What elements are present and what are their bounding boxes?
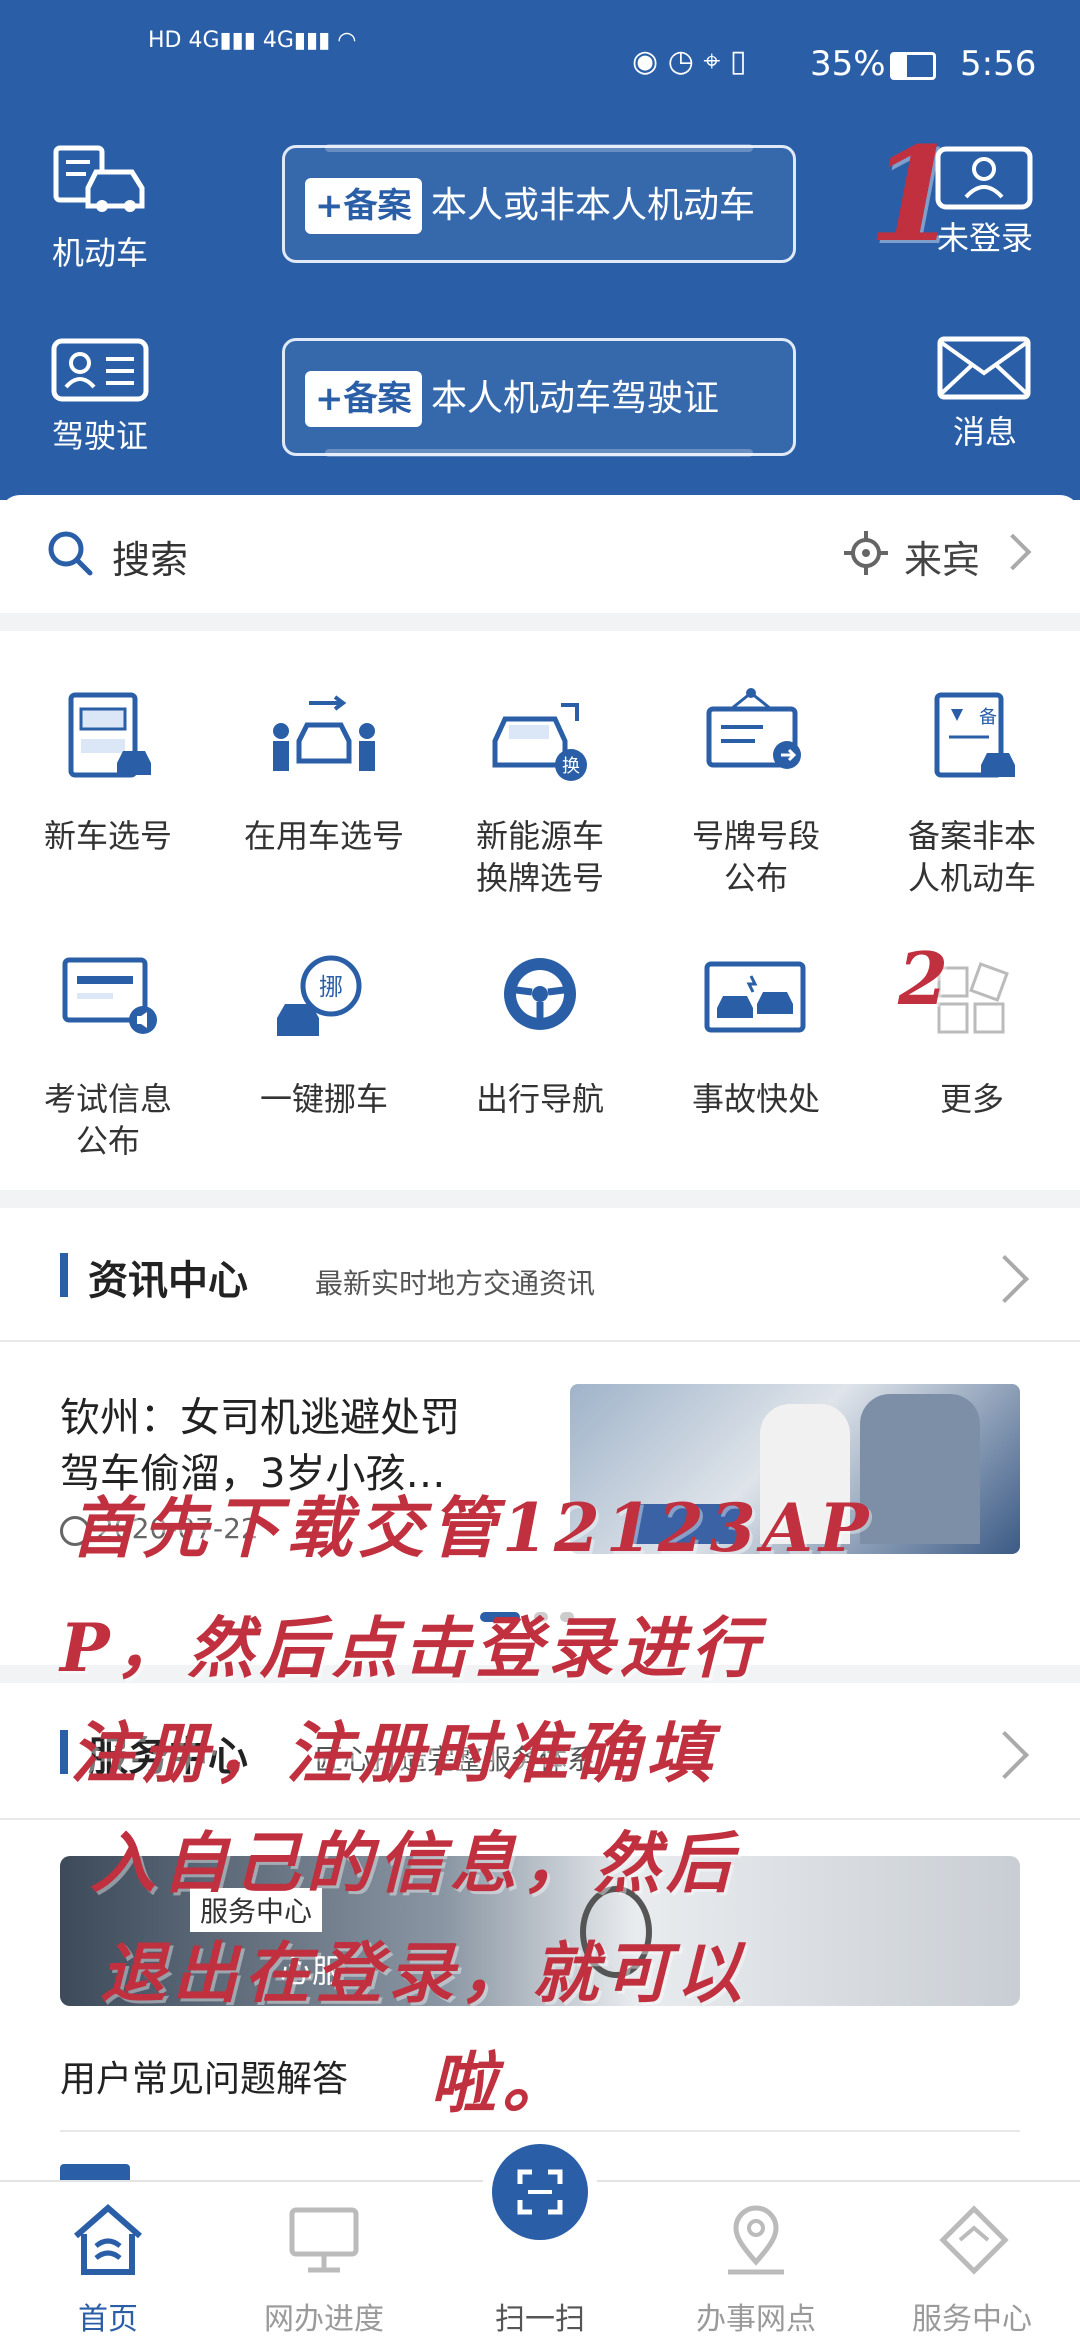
home-icon [72,2202,144,2282]
service-item[interactable]: 备 备案非本人机动车 [864,685,1080,899]
annotation-line-3: 注册，注册时准确填 [70,1714,718,1792]
svg-text:换: 换 [562,756,580,777]
search-input[interactable]: 搜索 [112,529,188,584]
exam-info-icon [53,948,163,1058]
ev-plate-icon: 换 [485,685,595,795]
vehicle-button[interactable]: 机动车 [30,140,170,272]
mail-icon [936,335,1050,401]
service-label: 新车选号 [43,817,172,855]
news-chevron-icon[interactable] [980,1254,1030,1304]
nav-scan-label: 扫一扫 [495,2302,585,2337]
map-pin-icon [720,2202,792,2282]
record-vehicle-text: 本人或非本人机动车 [431,185,756,226]
svg-text:挪: 挪 [319,973,343,1001]
divider [0,1340,1080,1342]
annotation-marker-1: 1 [868,118,959,271]
status-network: HD 4G▮▮▮ 4G▮▮▮ ◠ [148,28,357,53]
nav-progress[interactable]: 网办进度 [216,2182,432,2342]
location-city[interactable]: 来宾 [904,529,980,584]
message-button[interactable]: 消息 [920,335,1050,465]
bottom-nav: 首页 网办进度 扫一扫 办事网点 服务中心 [0,2144,1080,2342]
annotation-line-5: 退出在登录，就可以 [100,1934,748,2012]
used-car-number-icon [269,685,379,795]
record-badge: +备案 [305,178,422,234]
record-badge: +备案 [305,371,422,427]
plate-segment-icon [701,685,811,795]
service-item[interactable]: 号牌号段公布 [648,685,864,899]
service-label: 考试信息公布 [43,1080,172,1160]
status-icons: ◉ ◷ ⌖ ▯ [632,44,747,79]
svg-text:备: 备 [979,707,997,728]
battery-percent: 35% [810,44,886,84]
service-label: 号牌号段公布 [691,817,820,897]
annotation-line-4: 入自己的信息，然后 [90,1824,738,1902]
service-chevron-icon[interactable] [980,1730,1030,1780]
location-chevron-icon [994,533,1032,571]
license-label: 驾驶证 [51,417,148,455]
service-label: 一键挪车 [259,1080,388,1118]
record-vehicle-icon: 备 [917,685,1027,795]
battery-icon [890,52,936,80]
service-label: 出行导航 [475,1080,604,1118]
service-label: 在用车选号 [243,817,404,855]
monitor-icon [288,2206,360,2280]
news-section-bar [60,1253,68,1297]
service-item[interactable]: 新车选号 [0,685,216,857]
nav-scan[interactable]: 扫一扫 [432,2144,648,2342]
divider [0,613,1080,631]
move-car-icon: 挪 [269,948,379,1058]
annotation-line-1: 首先下载交管12123AP [70,1489,875,1567]
record-license-text: 本人机动车驾驶证 [431,378,720,419]
navigation-icon [485,948,595,1058]
annotation-marker-2: 2 [898,936,949,1021]
nav-outlets-label: 办事网点 [696,2302,816,2337]
divider [60,2130,1020,2132]
vehicle-icon [50,140,170,220]
scan-icon [492,2144,588,2240]
accident-icon [701,948,811,1058]
record-vehicle-card[interactable]: +备案 本人或非本人机动车 [282,144,796,263]
license-icon [50,335,170,405]
nav-progress-label: 网办进度 [264,2302,384,2337]
nav-home[interactable]: 首页 [0,2182,216,2342]
news-section-title: 资讯中心 [88,1258,248,1304]
nav-service[interactable]: 服务中心 [864,2182,1080,2342]
locate-icon [844,531,888,579]
service-item[interactable]: 考试信息公布 [0,948,216,1162]
service-item[interactable]: 挪 一键挪车 [216,948,432,1120]
message-label: 消息 [952,413,1017,451]
clock: 5:56 [960,44,1037,84]
service-item[interactable]: 事故快处 [648,948,864,1120]
divider [0,1190,1080,1208]
service-item[interactable]: 出行导航 [432,948,648,1120]
nav-home-label: 首页 [78,2302,138,2337]
search-icon [46,529,96,583]
service-item[interactable]: 在用车选号 [216,685,432,857]
vehicle-label: 机动车 [51,234,148,272]
annotation-line-2: P，然后点击登录进行 [60,1609,764,1687]
nav-service-label: 服务中心 [912,2302,1032,2337]
service-section-bar [60,1730,68,1774]
service-label: 新能源车换牌选号 [475,817,604,897]
record-license-card[interactable]: +备案 本人机动车驾驶证 [282,338,796,457]
handshake-icon [936,2202,1012,2282]
service-item[interactable]: 换 新能源车换牌选号 [432,685,648,899]
service-label: 事故快处 [691,1080,820,1118]
faq-link[interactable]: 用户常见问题解答 [60,2050,348,2102]
license-button[interactable]: 驾驶证 [30,335,170,465]
search-bar[interactable]: 搜索 来宾 [0,495,1080,613]
news-section-subtitle: 最新实时地方交通资讯 [315,1267,596,1300]
annotation-line-6: 啦。 [430,2044,574,2122]
new-car-number-icon [53,685,163,795]
nav-outlets[interactable]: 办事网点 [648,2182,864,2342]
service-label: 备案非本人机动车 [907,817,1036,897]
service-label: 更多 [939,1080,1004,1118]
service-item[interactable]: 更多 [864,948,1080,1120]
next-item-peek [60,2164,130,2180]
